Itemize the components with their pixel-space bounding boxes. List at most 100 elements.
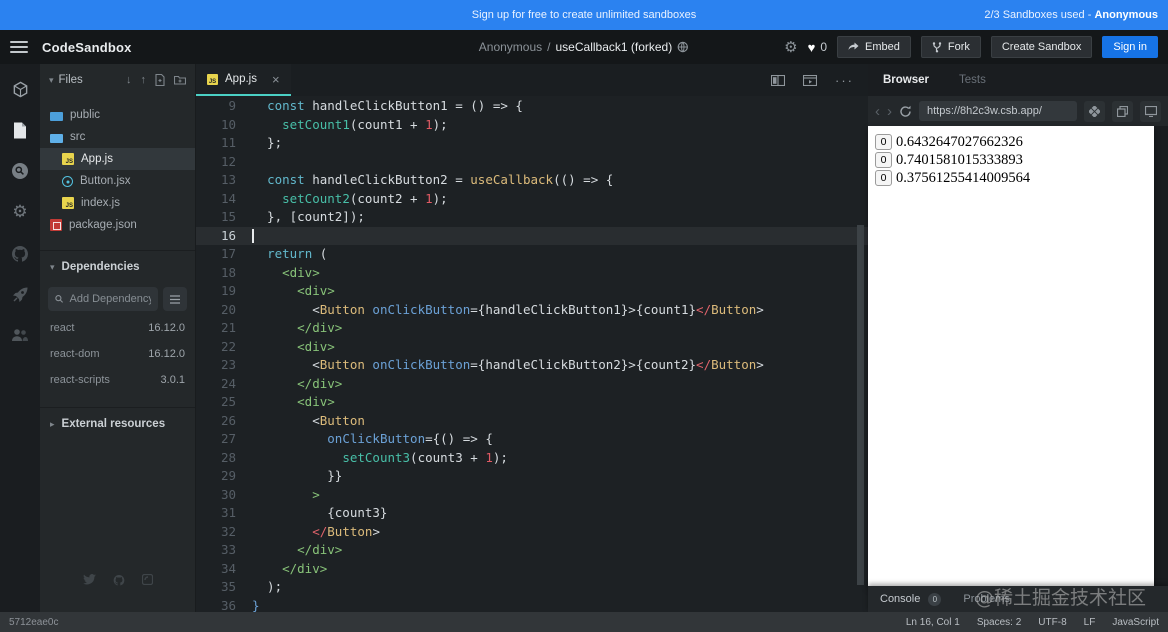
dependencies-section-header[interactable]: ▾ Dependencies: [40, 251, 195, 279]
preferences-gear-icon[interactable]: ⚙: [784, 38, 797, 56]
code-line-25[interactable]: 25 <div>: [196, 393, 868, 412]
tab-tests[interactable]: Tests: [959, 74, 986, 86]
sandbox-title[interactable]: useCallback1 (forked): [556, 40, 673, 54]
code-line-21[interactable]: 21 </div>: [196, 319, 868, 338]
counter-button-3[interactable]: 0: [875, 170, 892, 186]
console-label[interactable]: Console: [880, 593, 920, 605]
code-line-33[interactable]: 33 </div>: [196, 541, 868, 560]
code-line-16[interactable]: 16: [196, 226, 868, 245]
tab-appjs[interactable]: JS App.js ×: [196, 64, 291, 96]
code-line-12[interactable]: 12: [196, 153, 868, 172]
code-line-31[interactable]: 31 {count3}: [196, 504, 868, 523]
code-line-28[interactable]: 28 setCount3(count3 + 1);: [196, 449, 868, 468]
github-icon[interactable]: [11, 244, 29, 262]
new-file-icon[interactable]: [155, 74, 165, 86]
file-item-package.json[interactable]: package.json: [40, 214, 195, 236]
status-lf[interactable]: LF: [1084, 617, 1096, 628]
responsive-mode-icon[interactable]: [1084, 100, 1105, 122]
code-area[interactable]: 9 const handleClickButton1 = () => {10 s…: [196, 96, 868, 612]
code-line-17[interactable]: 17 return (: [196, 245, 868, 264]
dependency-react-dom[interactable]: react-dom 16.12.0: [40, 341, 195, 367]
twitter-icon[interactable]: [82, 574, 96, 586]
code-line-13[interactable]: 13 const handleClickButton2 = useCallbac…: [196, 171, 868, 190]
status-utf-8[interactable]: UTF-8: [1038, 617, 1066, 628]
editor-scrollbar[interactable]: [857, 225, 864, 585]
problems-label[interactable]: Problems: [963, 593, 1009, 605]
app-logo[interactable]: CodeSandbox: [42, 40, 132, 55]
code-line-19[interactable]: 19 <div>: [196, 282, 868, 301]
search-icon[interactable]: [11, 162, 29, 180]
code-line-20[interactable]: 20 <Button onClickButton={handleClickBut…: [196, 301, 868, 320]
counter-button-2[interactable]: 0: [875, 152, 892, 168]
fullscreen-icon[interactable]: [1140, 100, 1161, 122]
more-options-icon[interactable]: ···: [835, 73, 854, 88]
menu-icon[interactable]: [10, 41, 28, 53]
url-bar[interactable]: [919, 101, 1077, 121]
tab-browser[interactable]: Browser: [883, 74, 929, 86]
github-footer-icon[interactable]: [113, 574, 125, 586]
sign-in-button[interactable]: Sign in: [1102, 36, 1158, 58]
embed-button[interactable]: Embed: [837, 36, 911, 58]
code-line-36[interactable]: 36}: [196, 597, 868, 613]
code-text: }}: [236, 467, 342, 486]
code-line-14[interactable]: 14 setCount2(count2 + 1);: [196, 190, 868, 209]
dependency-react-scripts[interactable]: react-scripts 3.0.1: [40, 367, 195, 393]
sandbox-cube-icon[interactable]: [11, 80, 29, 98]
open-preview-icon[interactable]: [803, 74, 817, 86]
new-folder-icon[interactable]: [174, 75, 186, 85]
fork-button[interactable]: Fork: [920, 36, 981, 58]
forward-icon[interactable]: ›: [887, 104, 892, 119]
code-line-30[interactable]: 30 >: [196, 486, 868, 505]
split-view-icon[interactable]: [771, 74, 785, 86]
code-text: </Button>: [236, 523, 380, 542]
files-icon[interactable]: [11, 121, 29, 139]
code-line-23[interactable]: 23 <Button onClickButton={handleClickBut…: [196, 356, 868, 375]
file-item-App.js[interactable]: App.js: [40, 148, 195, 170]
download-icon[interactable]: ↓: [126, 74, 132, 86]
code-line-32[interactable]: 32 </Button>: [196, 523, 868, 542]
create-sandbox-button[interactable]: Create Sandbox: [990, 36, 1093, 58]
code-line-10[interactable]: 10 setCount1(count1 + 1);: [196, 116, 868, 135]
file-item-public[interactable]: public: [40, 104, 195, 126]
file-item-src[interactable]: src: [40, 126, 195, 148]
code-line-15[interactable]: 15 }, [count2]);: [196, 208, 868, 227]
back-icon[interactable]: ‹: [875, 104, 880, 119]
refresh-icon[interactable]: [899, 105, 912, 118]
code-line-27[interactable]: 27 onClickButton={() => {: [196, 430, 868, 449]
code-text: </div>: [236, 541, 342, 560]
breadcrumb-user[interactable]: Anonymous: [479, 40, 542, 54]
deployment-rocket-icon[interactable]: [11, 285, 29, 303]
file-name: src: [70, 131, 86, 143]
external-resources-section-header[interactable]: ▸ External resources: [40, 408, 195, 440]
settings-gear-icon[interactable]: ⚙: [11, 202, 29, 221]
like-control[interactable]: ♥ 0: [808, 40, 827, 55]
code-line-9[interactable]: 9 const handleClickButton1 = () => {: [196, 97, 868, 116]
status-spaces-2[interactable]: Spaces: 2: [977, 617, 1021, 628]
dependency-react[interactable]: react 16.12.0: [40, 315, 195, 341]
status-javascript[interactable]: JavaScript: [1112, 617, 1159, 628]
code-line-24[interactable]: 24 </div>: [196, 375, 868, 394]
file-item-Button.jsx[interactable]: Button.jsx: [40, 170, 195, 192]
live-users-icon[interactable]: [11, 326, 29, 344]
add-dependency-box[interactable]: [48, 287, 158, 311]
code-line-34[interactable]: 34 </div>: [196, 560, 868, 579]
status-ln-16-col-1[interactable]: Ln 16, Col 1: [906, 617, 960, 628]
code-line-11[interactable]: 11 };: [196, 134, 868, 153]
open-window-icon[interactable]: [1112, 100, 1133, 122]
add-dependency-input[interactable]: [69, 293, 151, 305]
file-item-index.js[interactable]: index.js: [40, 192, 195, 214]
code-line-22[interactable]: 22 <div>: [196, 338, 868, 357]
spectrum-icon[interactable]: [141, 574, 153, 586]
counter-button-1[interactable]: 0: [875, 134, 892, 150]
code-line-35[interactable]: 35 );: [196, 578, 868, 597]
dependency-list-toggle-button[interactable]: [163, 287, 187, 311]
token: }}: [252, 468, 343, 483]
code-line-29[interactable]: 29 }}: [196, 467, 868, 486]
banner-message[interactable]: Sign up for free to create unlimited san…: [472, 9, 696, 21]
collapse-caret-icon[interactable]: ▾: [49, 75, 54, 86]
code-line-18[interactable]: 18 <div>: [196, 264, 868, 283]
browser-viewport[interactable]: 0 0.6432647027662326 0 0.7401581015333893 0 0…: [868, 126, 1154, 586]
code-line-26[interactable]: 26 <Button: [196, 412, 868, 431]
upload-icon[interactable]: ↑: [141, 74, 147, 86]
close-tab-icon[interactable]: ×: [272, 72, 280, 87]
